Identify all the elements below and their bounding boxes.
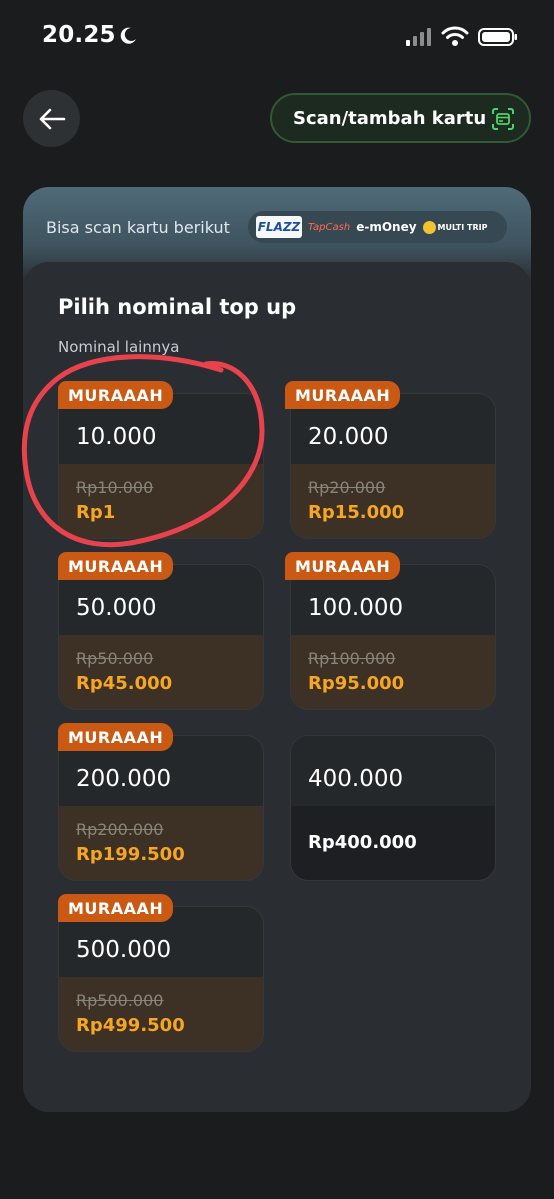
battery-icon [478, 28, 517, 46]
tile-price: Rp15.000 [308, 502, 405, 523]
scan-card-icon [492, 108, 514, 130]
tile-price: Rp1 [76, 502, 116, 523]
section-title: Pilih nominal top up [58, 295, 297, 319]
status-bar: 20.25 [0, 0, 554, 76]
multitrip-logo-icon [422, 220, 436, 234]
tile-price: Rp499.500 [76, 1015, 185, 1036]
promo-badge: MURAAAH [285, 381, 401, 409]
flazz-logo: FLAZZ [256, 216, 302, 238]
nominal-tile-50000[interactable]: 50.000 Rp50.000 Rp45.000 [58, 564, 264, 710]
tile-old-price: Rp50.000 [76, 649, 154, 668]
moon-icon [120, 27, 136, 44]
topup-content-panel: Pilih nominal top up Nominal lainnya 10.… [23, 262, 531, 1112]
promo-badge: MURAAAH [58, 894, 174, 922]
tile-nominal: 100.000 [308, 595, 404, 621]
supported-cards-logos: FLAZZ TapCash e-mOney MULTI TRIP [248, 211, 507, 243]
multitrip-logo-text: MULTI TRIP [437, 222, 488, 232]
tile-nominal: 200.000 [76, 766, 172, 792]
multitrip-logo: MULTI TRIP [422, 220, 488, 234]
scan-add-card-button[interactable]: Scan/tambah kartu [270, 93, 531, 143]
tile-nominal: 10.000 [76, 424, 157, 450]
promo-badge: MURAAAH [58, 552, 174, 580]
wifi-icon [441, 26, 469, 46]
emoney-logo: e-mOney [356, 220, 417, 234]
nominal-tile-500000[interactable]: 500.000 Rp500.000 Rp499.500 [58, 906, 264, 1052]
tile-nominal: 50.000 [76, 595, 157, 621]
back-button[interactable] [23, 90, 80, 147]
arrow-left-icon [39, 108, 65, 129]
tile-price: Rp400.000 [308, 832, 417, 853]
tile-old-price: Rp20.000 [308, 478, 386, 497]
nominal-tile-200000[interactable]: 200.000 Rp200.000 Rp199.500 [58, 735, 264, 881]
tile-nominal: 400.000 [308, 766, 404, 792]
tile-old-price: Rp200.000 [76, 820, 164, 839]
supported-cards-label: Bisa scan kartu berikut [46, 218, 230, 237]
status-time: 20.25 [42, 22, 116, 48]
signal-icon [406, 28, 431, 46]
tile-old-price: Rp10.000 [76, 478, 154, 497]
tile-price: Rp45.000 [76, 673, 173, 694]
tile-old-price: Rp500.000 [76, 991, 164, 1010]
other-nominal-link[interactable]: Nominal lainnya [58, 338, 179, 356]
nominal-tile-400000[interactable]: 400.000 Rp400.000 [290, 735, 496, 881]
tile-old-price: Rp100.000 [308, 649, 396, 668]
nominal-tile-20000[interactable]: 20.000 Rp20.000 Rp15.000 [290, 393, 496, 539]
promo-badge: MURAAAH [58, 381, 174, 409]
tile-price: Rp95.000 [308, 673, 405, 694]
promo-badge: MURAAAH [58, 723, 174, 751]
promo-badge: MURAAAH [285, 552, 401, 580]
tile-nominal: 20.000 [308, 424, 389, 450]
tile-nominal: 500.000 [76, 937, 172, 963]
nominal-tile-100000[interactable]: 100.000 Rp100.000 Rp95.000 [290, 564, 496, 710]
tapcash-logo: TapCash [308, 221, 351, 233]
topup-card-panel: Bisa scan kartu berikut FLAZZ TapCash e-… [23, 187, 531, 1112]
scan-button-label: Scan/tambah kartu [293, 107, 487, 129]
nominal-tile-10000[interactable]: 10.000 Rp10.000 Rp1 [58, 393, 264, 539]
tile-price: Rp199.500 [76, 844, 185, 865]
